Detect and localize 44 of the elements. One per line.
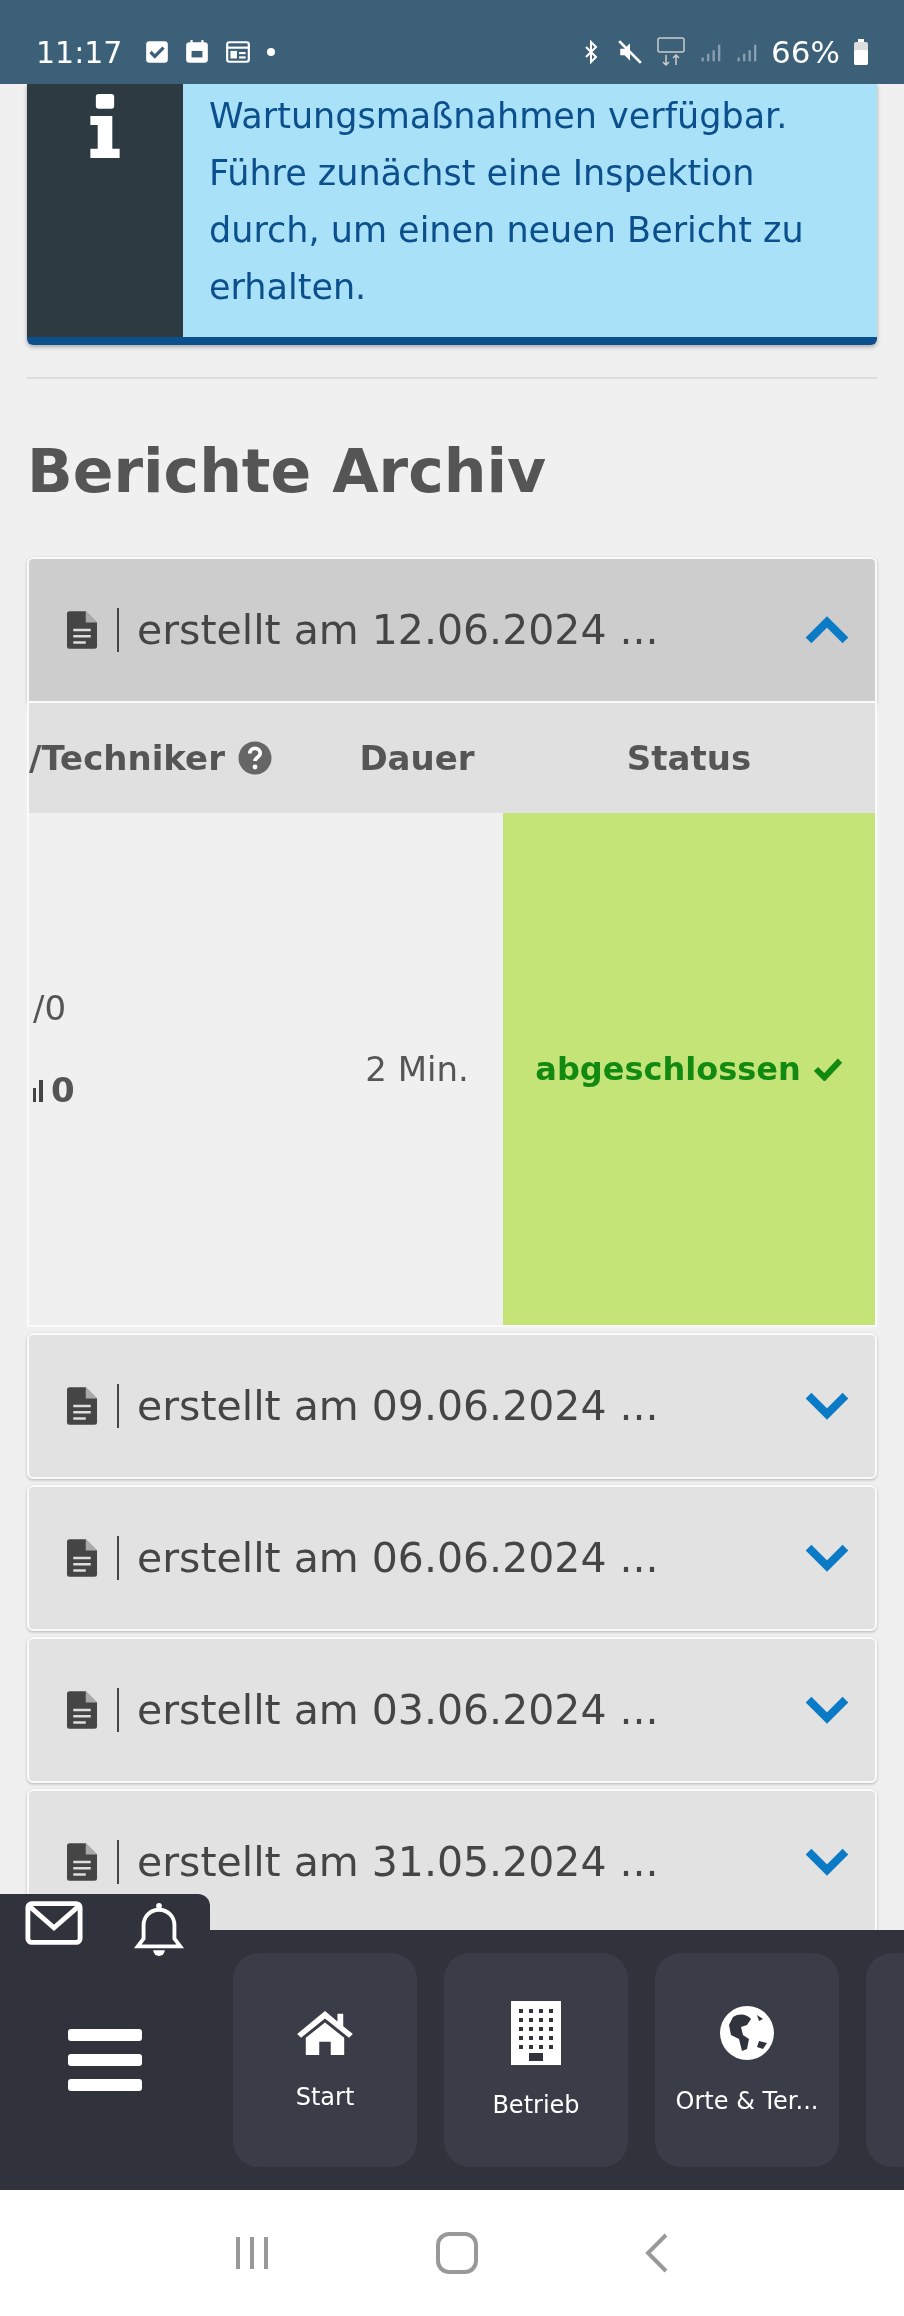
chevron-down-icon	[803, 1391, 851, 1421]
nav-tile[interactable]: Orte & Ter...	[655, 1953, 839, 2167]
chevron-up-icon	[803, 615, 851, 645]
house-icon	[296, 2009, 354, 2057]
clock-time: 11:17	[36, 34, 123, 70]
home-icon[interactable]	[435, 2231, 479, 2275]
help-icon	[236, 740, 273, 776]
chevron-down-icon	[803, 1543, 851, 1573]
table-cell: 2 Min.	[365, 1049, 469, 1089]
checkbox-icon	[144, 39, 171, 65]
report-header[interactable]: erstellt am 03.06.2024 ...	[27, 1637, 877, 1783]
mail-icon[interactable]	[24, 1900, 83, 1946]
calendar-icon	[184, 39, 211, 65]
network-icon	[657, 37, 686, 67]
building-icon	[511, 2001, 561, 2065]
info-icon	[88, 94, 122, 158]
battery-icon	[854, 39, 868, 65]
status-cell: abgeschlossen	[503, 813, 875, 1325]
newspaper-icon	[224, 39, 253, 65]
chevron-down-icon	[803, 1847, 851, 1877]
dot-icon	[266, 47, 277, 57]
document-icon	[67, 611, 97, 649]
globe-icon	[719, 2005, 775, 2061]
table-cell: 0	[51, 1070, 75, 1110]
document-icon	[67, 1691, 97, 1729]
column-header: Dauer	[358, 737, 476, 780]
chevron-down-icon	[803, 1695, 851, 1725]
document-icon	[67, 1387, 97, 1425]
section-heading: Berichte Archiv	[27, 435, 548, 508]
column-header: Status	[625, 737, 753, 780]
check-icon	[812, 1057, 843, 1081]
nav-tile[interactable]: Start	[233, 1953, 417, 2167]
battery-level: 66%	[771, 34, 840, 70]
report-header[interactable]: erstellt am 12.06.2024 ...	[27, 557, 877, 703]
mute-icon	[617, 39, 644, 65]
table-cell: /0	[33, 988, 67, 1028]
report-header[interactable]: erstellt am 06.06.2024 ...	[27, 1485, 877, 1631]
report-header[interactable]: erstellt am 09.06.2024 ...	[27, 1333, 877, 1479]
document-icon	[67, 1843, 97, 1881]
menu-icon	[68, 2029, 142, 2091]
info-message: Wartungsmaßnahmen verfügbar. Führe zunächst eine Inspektion durch, um einen neuen Bericht zu erhalten.	[209, 95, 805, 309]
nav-tile[interactable]: Betrieb	[444, 1953, 628, 2167]
column-header: /Techniker	[29, 738, 225, 778]
document-icon	[67, 1539, 97, 1577]
